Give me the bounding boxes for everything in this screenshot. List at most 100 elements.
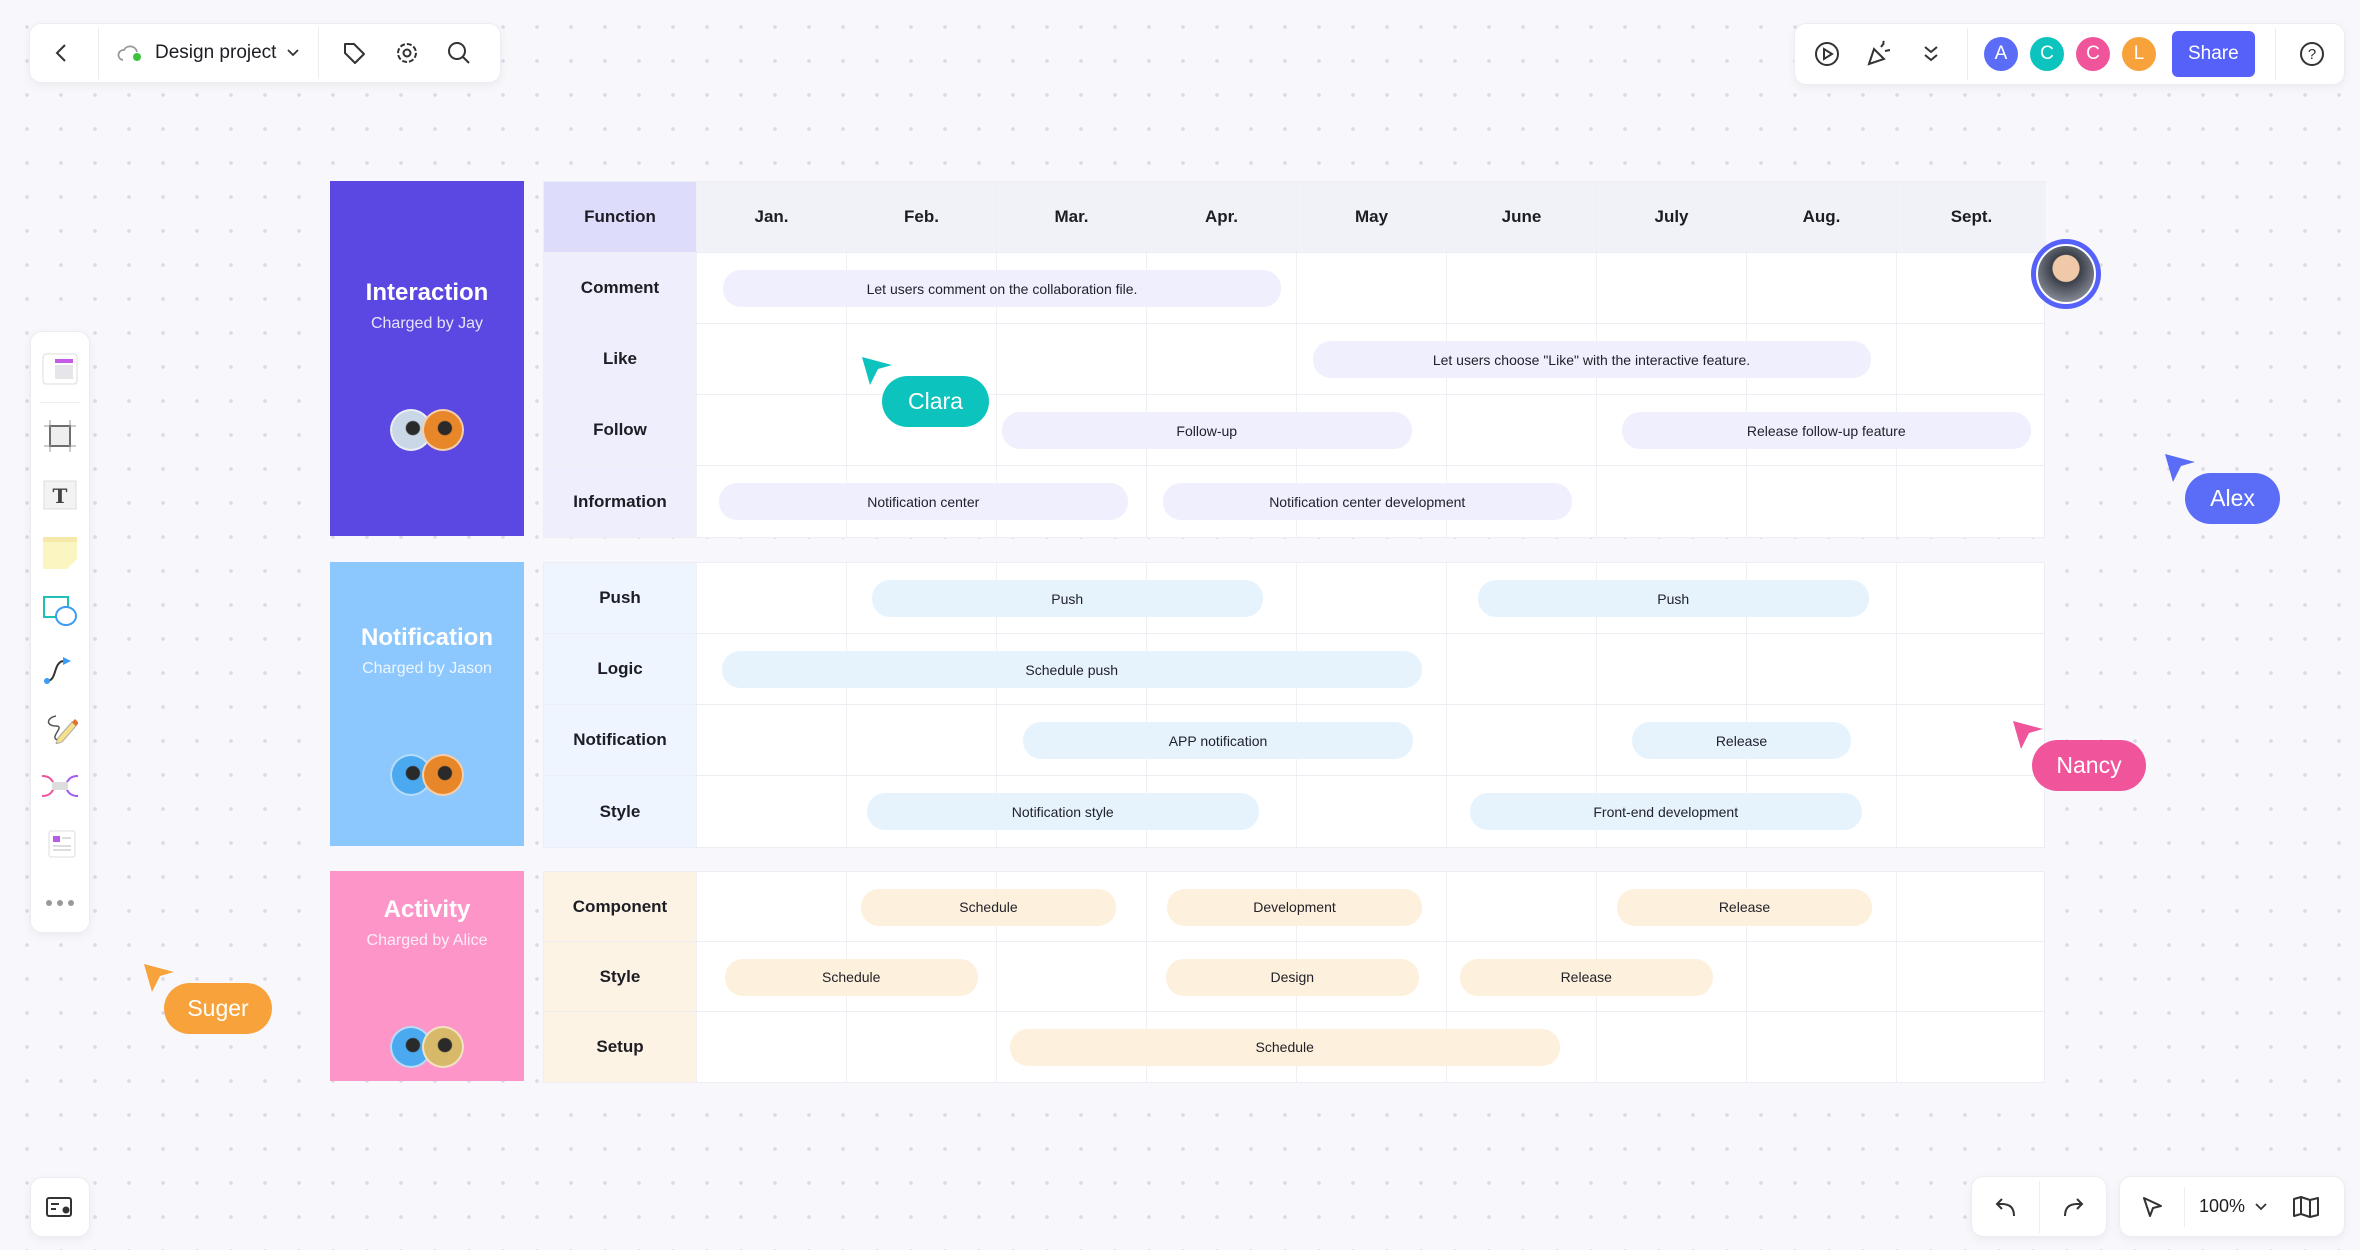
grid-cell[interactable] bbox=[1896, 563, 2046, 633]
chevron-double-down-icon bbox=[1924, 46, 1938, 62]
grid-cell[interactable] bbox=[1746, 634, 1896, 704]
grid-cell[interactable] bbox=[1896, 324, 2046, 394]
grid-cell[interactable] bbox=[846, 705, 996, 775]
function-label: Push bbox=[544, 563, 696, 633]
grid-cell[interactable] bbox=[1896, 634, 2046, 704]
table-row: Push Push Push bbox=[544, 563, 2044, 634]
project-menu[interactable]: Design project bbox=[109, 42, 308, 64]
help-button[interactable]: ? bbox=[2286, 28, 2338, 80]
task-bar[interactable]: Release bbox=[1632, 722, 1851, 759]
grid-cell[interactable] bbox=[696, 705, 846, 775]
grid-cell[interactable] bbox=[1896, 466, 2046, 537]
grid-cell[interactable] bbox=[1896, 1012, 2046, 1082]
task-bar[interactable]: Schedule push bbox=[721, 651, 1422, 688]
grid-cell[interactable] bbox=[1146, 324, 1296, 394]
grid-cell[interactable] bbox=[1446, 634, 1596, 704]
mindmap-tool[interactable] bbox=[30, 757, 90, 815]
table-row: Notification APP notification Release bbox=[544, 705, 2044, 776]
minimap-button[interactable] bbox=[30, 1177, 90, 1237]
collaborator-avatar[interactable]: C bbox=[2030, 37, 2064, 71]
task-bar[interactable]: Release bbox=[1617, 888, 1872, 926]
grid-cell[interactable] bbox=[1896, 253, 2046, 323]
task-bar[interactable]: Let users comment on the collaboration f… bbox=[723, 270, 1281, 307]
task-bar[interactable]: Release follow-up feature bbox=[1621, 412, 2031, 449]
section-table: Function Jan. Feb. Mar. Apr. May June July Aug. S… bbox=[543, 181, 2046, 538]
undo-button[interactable] bbox=[1972, 1181, 2039, 1233]
grid-cell[interactable] bbox=[1746, 942, 1896, 1011]
redo-button[interactable] bbox=[2039, 1180, 2106, 1233]
grid-cell[interactable] bbox=[696, 872, 846, 941]
grid-cell[interactable] bbox=[1896, 872, 2046, 941]
grid-cell[interactable] bbox=[696, 563, 846, 633]
grid-cell[interactable] bbox=[1596, 253, 1746, 323]
frame-tool[interactable] bbox=[30, 407, 90, 465]
task-bar[interactable]: Front-end development bbox=[1470, 793, 1862, 830]
sticky-note-tool[interactable] bbox=[30, 524, 90, 582]
shape-tool[interactable] bbox=[30, 582, 90, 640]
settings-button[interactable] bbox=[381, 27, 433, 79]
collaborator-avatar[interactable]: A bbox=[1984, 37, 2018, 71]
grid-cell[interactable] bbox=[1596, 466, 1746, 537]
grid-cell[interactable] bbox=[1596, 634, 1746, 704]
grid-cell[interactable] bbox=[996, 942, 1146, 1011]
collaborator-avatar[interactable]: L bbox=[2122, 37, 2156, 71]
grid-cell[interactable] bbox=[1296, 253, 1446, 323]
function-label: Information bbox=[544, 466, 696, 537]
connector-tool[interactable] bbox=[30, 640, 90, 698]
grid-cell[interactable] bbox=[1596, 1012, 1746, 1082]
task-bar[interactable]: Design bbox=[1165, 958, 1419, 996]
grid-cell[interactable] bbox=[1296, 776, 1446, 847]
grid-cell[interactable] bbox=[1446, 705, 1596, 775]
select-tool-button[interactable] bbox=[2120, 1181, 2184, 1233]
more-tools-button[interactable] bbox=[30, 874, 90, 932]
template-tool[interactable] bbox=[30, 340, 90, 398]
grid-cell[interactable] bbox=[1746, 1012, 1896, 1082]
grid-cell[interactable] bbox=[1896, 942, 2046, 1011]
tag-button[interactable] bbox=[329, 27, 381, 79]
grid-cell[interactable] bbox=[696, 324, 846, 394]
grid-cell[interactable] bbox=[696, 776, 846, 847]
task-bar[interactable]: Schedule bbox=[724, 958, 978, 996]
task-bar[interactable]: Notification center development bbox=[1162, 483, 1572, 520]
pen-tool[interactable] bbox=[30, 699, 90, 757]
grid-cell[interactable] bbox=[1446, 872, 1596, 941]
search-icon bbox=[448, 42, 471, 64]
grid-cell[interactable] bbox=[696, 1012, 846, 1082]
task-bar[interactable]: Push bbox=[1477, 580, 1869, 617]
month-header: Apr. bbox=[1146, 182, 1296, 252]
card-tool[interactable] bbox=[30, 815, 90, 873]
task-bar[interactable]: Schedule bbox=[861, 888, 1116, 926]
task-bar[interactable]: Follow-up bbox=[1002, 412, 1412, 449]
header-row: Function Jan. Feb. Mar. Apr. May June July Aug. S… bbox=[544, 182, 2046, 253]
share-button[interactable]: Share bbox=[2172, 31, 2255, 77]
task-bar[interactable]: Schedule bbox=[1009, 1028, 1560, 1066]
task-bar[interactable]: APP notification bbox=[1023, 722, 1413, 759]
task-bar[interactable]: Development bbox=[1167, 888, 1422, 926]
collaborator-avatar[interactable]: C bbox=[2076, 37, 2110, 71]
task-bar[interactable]: Let users choose "Like" with the interac… bbox=[1312, 341, 1871, 378]
grid-cell[interactable] bbox=[1746, 253, 1896, 323]
grid-cell[interactable] bbox=[1446, 395, 1596, 465]
zoom-select[interactable]: 100% bbox=[2185, 1196, 2281, 1217]
present-button[interactable] bbox=[1801, 28, 1853, 80]
grid-cell[interactable] bbox=[846, 1012, 996, 1082]
task-bar[interactable]: Notification style bbox=[867, 793, 1259, 830]
map-button[interactable] bbox=[2281, 1181, 2331, 1233]
celebrate-button[interactable] bbox=[1853, 28, 1905, 80]
grid-cell[interactable] bbox=[1746, 466, 1896, 537]
grid-cell[interactable] bbox=[996, 324, 1146, 394]
function-label: Follow bbox=[544, 395, 696, 465]
month-header: June bbox=[1446, 182, 1596, 252]
task-bar[interactable]: Notification center bbox=[718, 483, 1128, 520]
grid-cell[interactable] bbox=[1446, 253, 1596, 323]
back-button[interactable] bbox=[36, 27, 88, 79]
more-button[interactable] bbox=[1905, 28, 1957, 80]
text-tool[interactable]: T bbox=[30, 466, 90, 524]
grid-cell[interactable] bbox=[696, 395, 846, 465]
search-button[interactable] bbox=[433, 27, 485, 79]
task-bar[interactable]: Release bbox=[1459, 958, 1713, 996]
grid-cell[interactable] bbox=[1296, 563, 1446, 633]
task-bar[interactable]: Push bbox=[871, 580, 1263, 617]
grid-cell[interactable] bbox=[1896, 776, 2046, 847]
collaborator-avatar[interactable] bbox=[2031, 239, 2101, 309]
